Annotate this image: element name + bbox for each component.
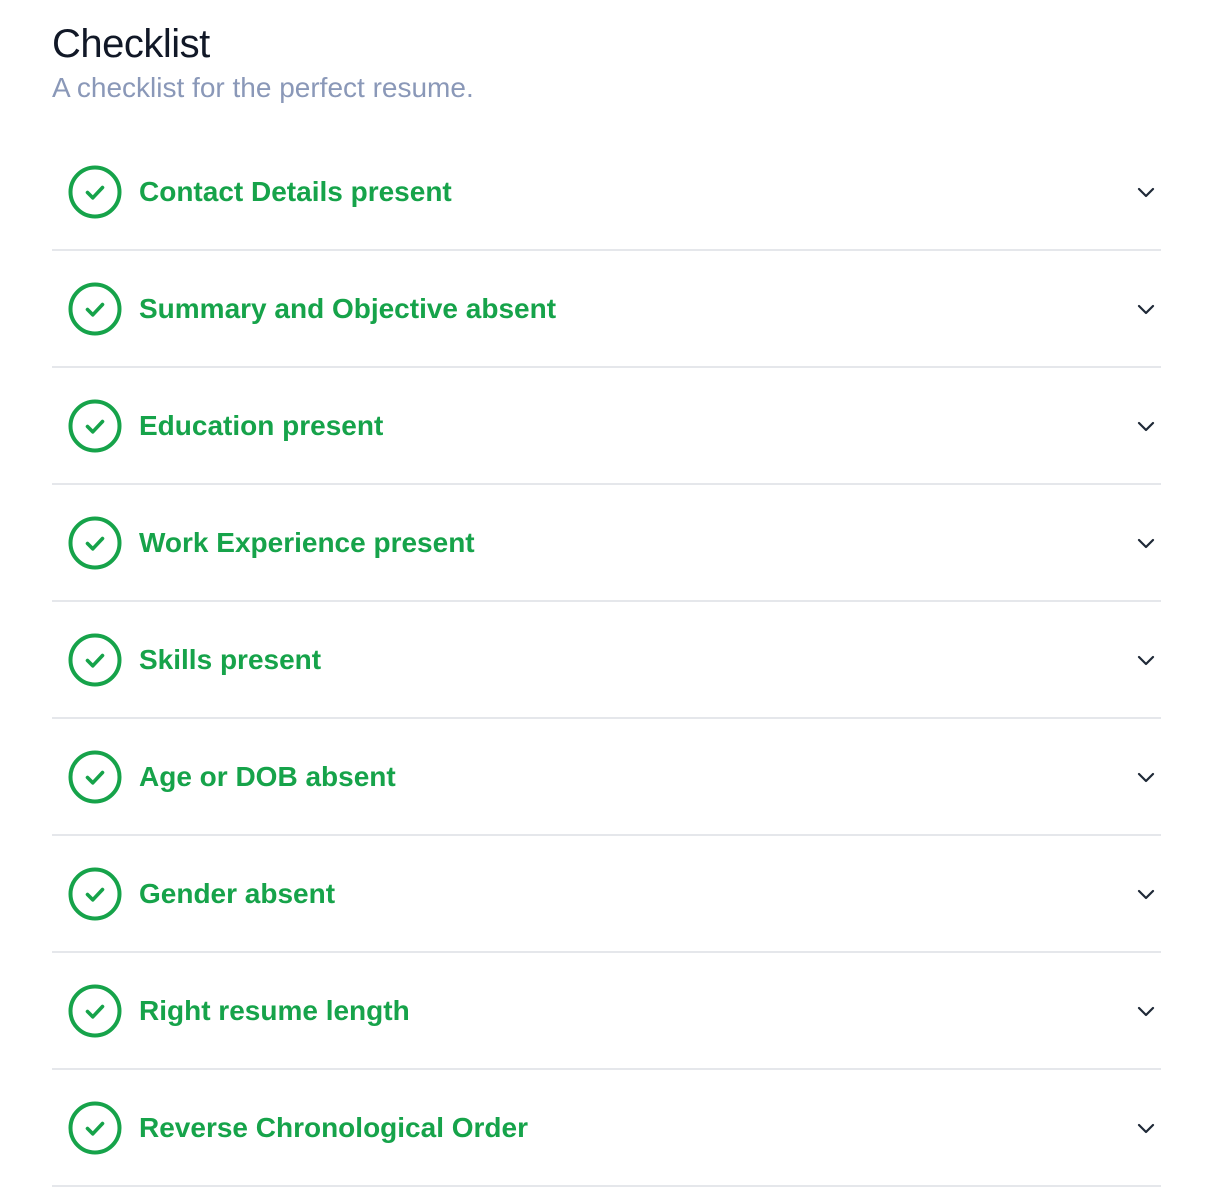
checklist-item-skills[interactable]: Skills present bbox=[52, 602, 1161, 719]
check-circle-icon bbox=[68, 1101, 122, 1154]
checklist: Contact Details present Summary and Obje… bbox=[52, 134, 1161, 1187]
check-circle-icon bbox=[68, 165, 122, 218]
check-circle-icon bbox=[68, 984, 122, 1037]
checklist-panel: Checklist A checklist for the perfect re… bbox=[52, 0, 1161, 1203]
chevron-down-icon[interactable] bbox=[1135, 649, 1157, 671]
check-circle-icon bbox=[68, 750, 122, 803]
checklist-item-label: Age or DOB absent bbox=[139, 760, 396, 792]
checklist-item-label: Skills present bbox=[139, 643, 322, 675]
check-circle-icon bbox=[68, 282, 122, 335]
page-title: Checklist bbox=[52, 22, 210, 66]
chevron-down-icon[interactable] bbox=[1135, 181, 1157, 203]
checklist-item-resume-length[interactable]: Right resume length bbox=[52, 953, 1161, 1070]
chevron-down-icon[interactable] bbox=[1135, 766, 1157, 788]
chevron-down-icon[interactable] bbox=[1135, 298, 1157, 320]
check-circle-icon bbox=[68, 633, 122, 686]
checklist-item-reverse-chronological[interactable]: Reverse Chronological Order bbox=[52, 1070, 1161, 1187]
checklist-item-summary-objective[interactable]: Summary and Objective absent bbox=[52, 251, 1161, 368]
checklist-item-label: Contact Details present bbox=[139, 175, 452, 207]
checklist-item-label: Gender absent bbox=[139, 877, 336, 909]
checklist-item-age-dob[interactable]: Age or DOB absent bbox=[52, 719, 1161, 836]
chevron-down-icon[interactable] bbox=[1135, 415, 1157, 437]
chevron-down-icon[interactable] bbox=[1135, 883, 1157, 905]
checklist-item-education[interactable]: Education present bbox=[52, 368, 1161, 485]
checklist-item-label: Education present bbox=[139, 409, 384, 441]
checklist-item-label: Right resume length bbox=[139, 994, 410, 1026]
chevron-down-icon[interactable] bbox=[1135, 532, 1157, 554]
checklist-item-work-experience[interactable]: Work Experience present bbox=[52, 485, 1161, 602]
check-circle-icon bbox=[68, 399, 122, 452]
checklist-item-gender[interactable]: Gender absent bbox=[52, 836, 1161, 953]
check-circle-icon bbox=[68, 516, 122, 569]
chevron-down-icon[interactable] bbox=[1135, 1000, 1157, 1022]
checklist-item-contact-details[interactable]: Contact Details present bbox=[52, 134, 1161, 251]
checklist-item-label: Reverse Chronological Order bbox=[139, 1111, 529, 1143]
chevron-down-icon[interactable] bbox=[1135, 1117, 1157, 1139]
page-subtitle: A checklist for the perfect resume. bbox=[52, 72, 474, 103]
check-circle-icon bbox=[68, 867, 122, 920]
checklist-item-label: Work Experience present bbox=[139, 526, 475, 558]
checklist-item-label: Summary and Objective absent bbox=[139, 292, 557, 324]
